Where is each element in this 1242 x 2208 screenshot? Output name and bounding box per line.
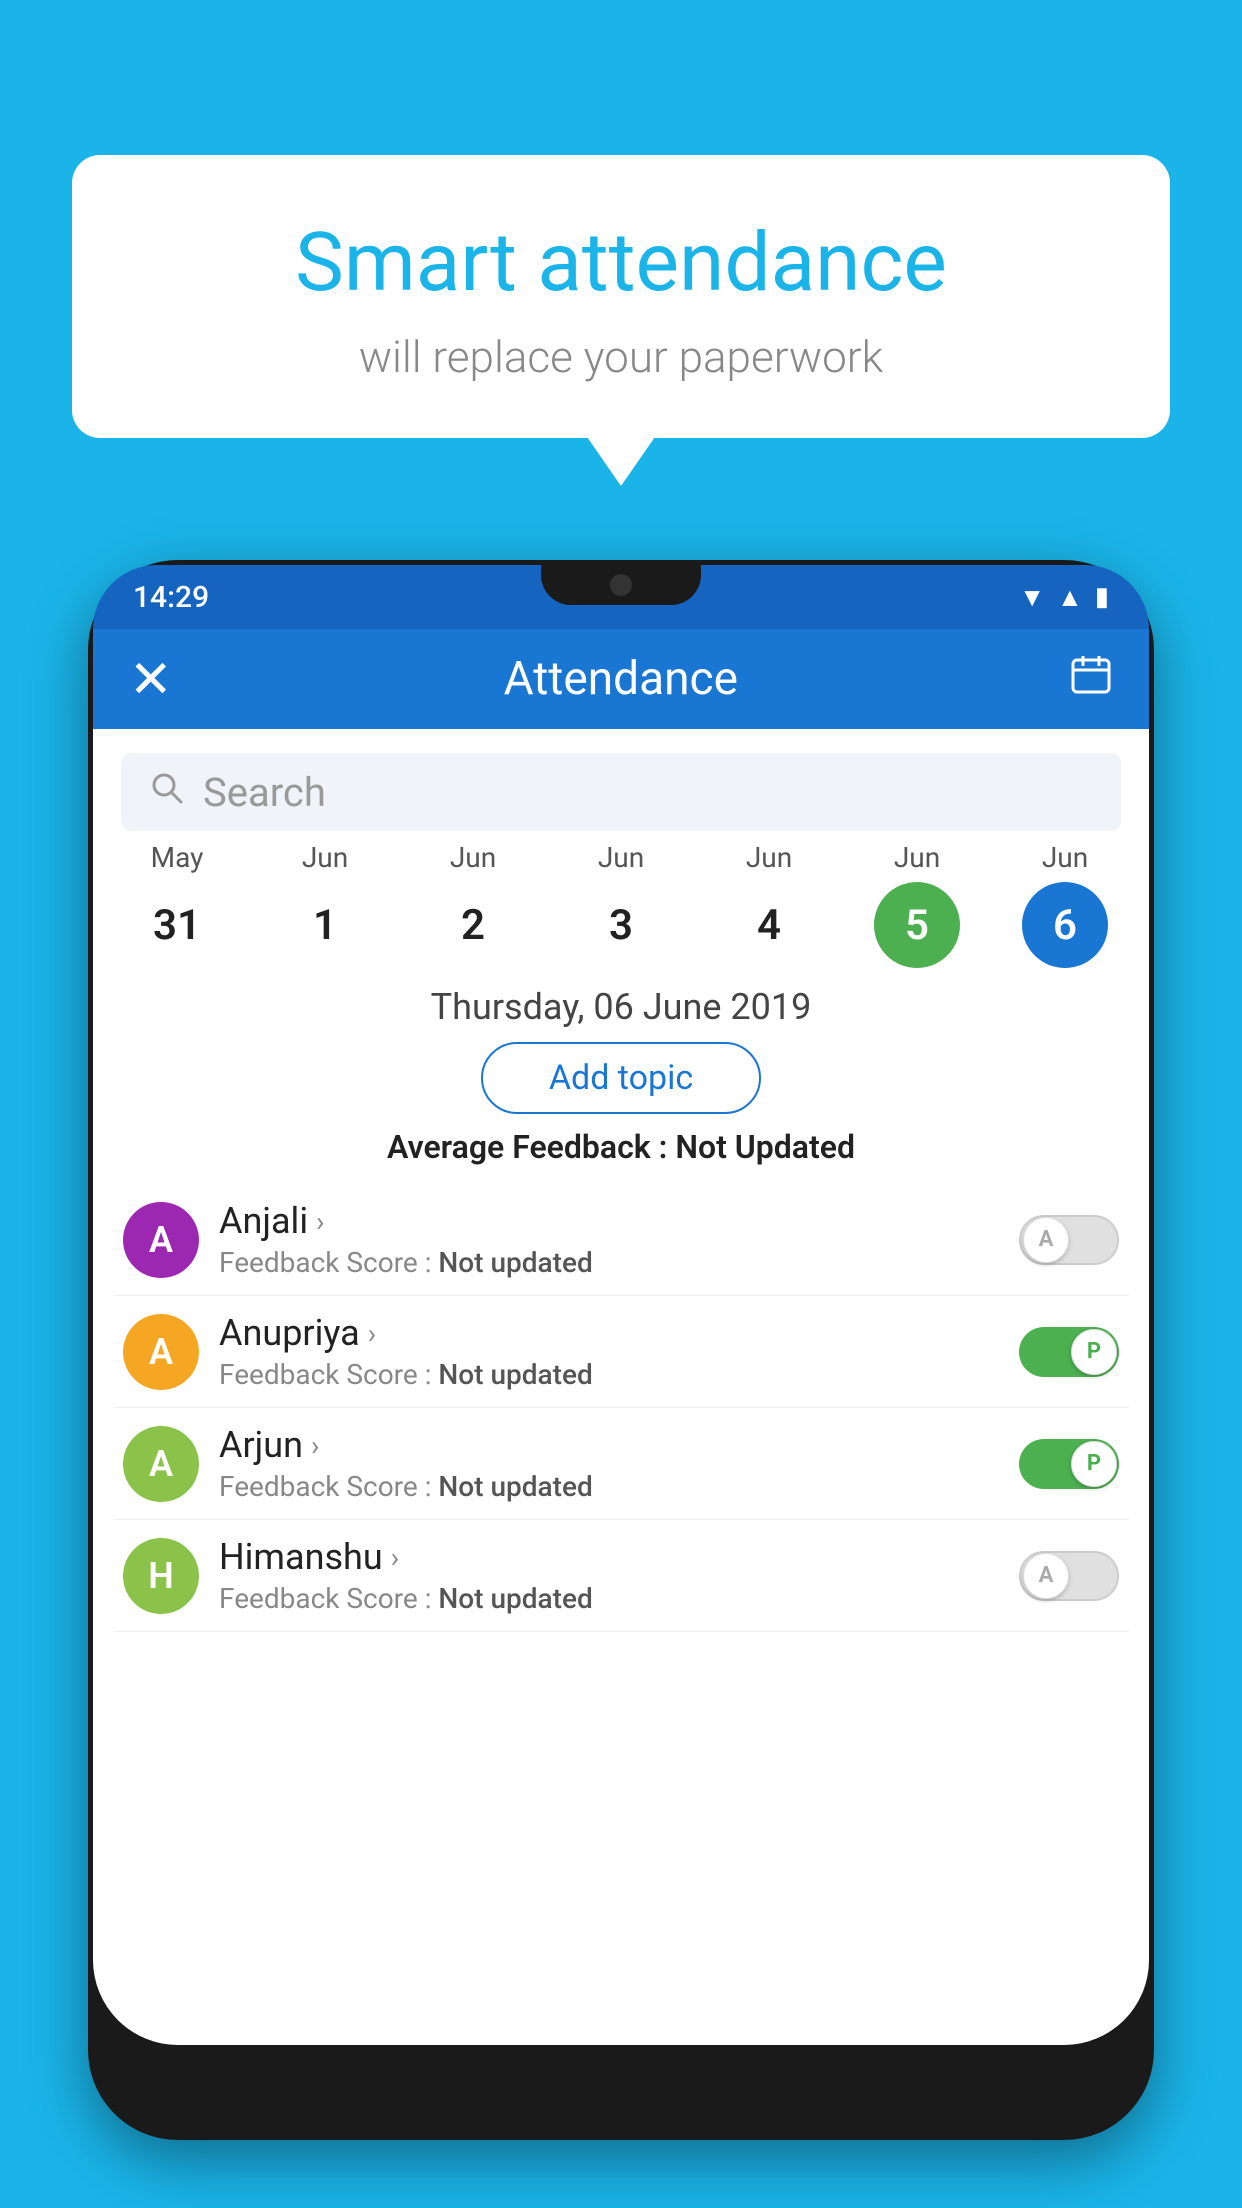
attendance-toggle[interactable]: A: [1019, 1215, 1119, 1265]
cal-day[interactable]: 3: [578, 882, 664, 968]
student-info: Anupriya › Feedback Score : Not updated: [219, 1312, 1019, 1391]
signal-icon: ▲: [1057, 582, 1083, 613]
feedback-score: Feedback Score : Not updated: [219, 1470, 1019, 1503]
search-bar[interactable]: Search: [121, 753, 1121, 831]
cal-day[interactable]: 2: [430, 882, 516, 968]
cal-day[interactable]: 6: [1022, 882, 1108, 968]
search-icon: [149, 770, 185, 815]
wifi-icon: ▼: [1019, 582, 1045, 613]
avatar: A: [123, 1426, 199, 1502]
calendar-icon[interactable]: [1069, 652, 1113, 706]
calendar-col-5[interactable]: Jun 5: [843, 841, 991, 968]
cal-month: Jun: [450, 841, 496, 874]
toggle-knob: A: [1023, 1553, 1069, 1599]
app-bar: ✕ Attendance: [93, 629, 1149, 729]
calendar-col-4[interactable]: Jun 4: [695, 841, 843, 968]
calendar-row: May 31 Jun 1 Jun 2 Jun 3 Jun 4 Jun 5 Jun 6: [93, 841, 1149, 968]
student-name: Anupriya ›: [219, 1312, 1019, 1354]
inner-screen: ✕ Attendance: [93, 629, 1149, 2045]
feedback-score: Feedback Score : Not updated: [219, 1358, 1019, 1391]
student-name: Himanshu ›: [219, 1536, 1019, 1578]
toggle-knob: P: [1071, 1329, 1117, 1375]
status-time: 14:29: [133, 580, 209, 615]
battery-icon: ▮: [1095, 582, 1109, 612]
student-name: Arjun ›: [219, 1424, 1019, 1466]
cal-month: Jun: [746, 841, 792, 874]
calendar-col-1[interactable]: Jun 1: [251, 841, 399, 968]
student-info: Himanshu › Feedback Score : Not updated: [219, 1536, 1019, 1615]
chevron-icon: ›: [311, 1429, 319, 1462]
selected-date: Thursday, 06 June 2019: [93, 986, 1149, 1028]
attendance-toggle[interactable]: P: [1019, 1439, 1119, 1489]
student-info: Arjun › Feedback Score : Not updated: [219, 1424, 1019, 1503]
cal-month: Jun: [598, 841, 644, 874]
camera: [610, 574, 632, 596]
speech-bubble-container: Smart attendance will replace your paper…: [72, 155, 1170, 438]
cal-day[interactable]: 31: [134, 882, 220, 968]
student-item[interactable]: A Arjun › Feedback Score : Not updated P: [113, 1408, 1129, 1520]
search-input[interactable]: Search: [203, 769, 326, 816]
feedback-score: Feedback Score : Not updated: [219, 1582, 1019, 1615]
avatar: A: [123, 1202, 199, 1278]
cal-month: Jun: [1042, 841, 1088, 874]
feedback-score: Feedback Score : Not updated: [219, 1246, 1019, 1279]
bubble-subtitle: will replace your paperwork: [122, 331, 1120, 383]
app-title: Attendance: [504, 652, 738, 706]
cal-month: May: [151, 841, 204, 874]
student-item[interactable]: A Anupriya › Feedback Score : Not updated P: [113, 1296, 1129, 1408]
notch: [541, 565, 701, 605]
cal-day[interactable]: 1: [282, 882, 368, 968]
student-list: AAnjali ›Feedback Score : Not updatedAAA…: [93, 1184, 1149, 1632]
avatar: A: [123, 1314, 199, 1390]
attendance-toggle[interactable]: A: [1019, 1551, 1119, 1601]
student-item[interactable]: AAnjali ›Feedback Score : Not updatedA: [113, 1184, 1129, 1296]
calendar-col-3[interactable]: Jun 3: [547, 841, 695, 968]
add-topic-button[interactable]: Add topic: [481, 1042, 761, 1114]
attendance-toggle[interactable]: P: [1019, 1327, 1119, 1377]
bubble-title: Smart attendance: [122, 215, 1120, 311]
status-bar: 14:29 ▼ ▲ ▮: [93, 565, 1149, 629]
chevron-icon: ›: [391, 1541, 399, 1574]
status-icons: ▼ ▲ ▮: [1019, 582, 1109, 613]
cal-day[interactable]: 4: [726, 882, 812, 968]
chevron-icon: ›: [368, 1317, 376, 1350]
cal-day[interactable]: 5: [874, 882, 960, 968]
calendar-col-2[interactable]: Jun 2: [399, 841, 547, 968]
calendar-col-6[interactable]: Jun 6: [991, 841, 1139, 968]
avatar: H: [123, 1538, 199, 1614]
close-button[interactable]: ✕: [129, 649, 173, 710]
student-name: Anjali ›: [219, 1200, 1019, 1242]
cal-month: Jun: [302, 841, 348, 874]
avg-feedback: Average Feedback : Not Updated: [93, 1128, 1149, 1166]
student-info: Anjali › Feedback Score : Not updated: [219, 1200, 1019, 1279]
student-item[interactable]: H Himanshu › Feedback Score : Not updatedA: [113, 1520, 1129, 1632]
phone-frame: 14:29 ▼ ▲ ▮ ✕ Attendance: [88, 560, 1154, 2140]
cal-month: Jun: [894, 841, 940, 874]
toggle-knob: P: [1071, 1441, 1117, 1487]
calendar-col-0[interactable]: May 31: [103, 841, 251, 968]
toggle-knob: A: [1023, 1217, 1069, 1263]
speech-bubble: Smart attendance will replace your paper…: [72, 155, 1170, 438]
phone-container: 14:29 ▼ ▲ ▮ ✕ Attendance: [88, 560, 1154, 2208]
chevron-icon: ›: [316, 1205, 324, 1238]
